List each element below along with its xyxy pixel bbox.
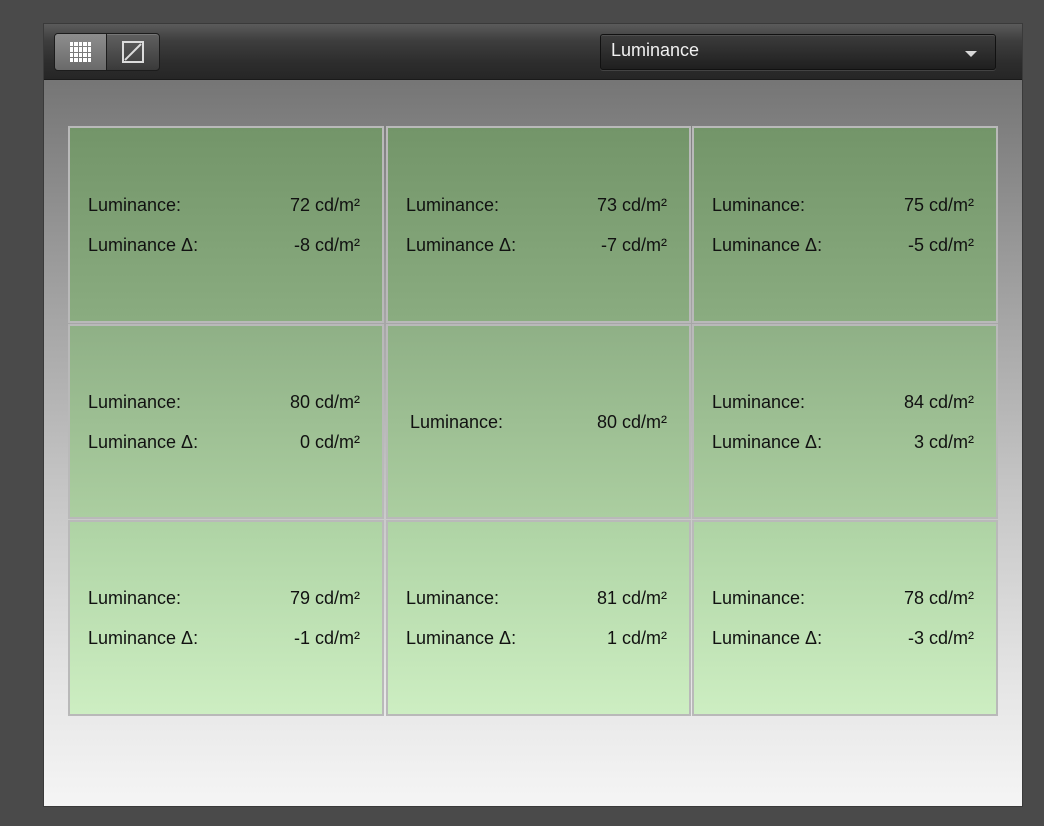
grid-cell: Luminance: 78 cd/m² Luminance Δ: -3 cd/m²: [692, 520, 998, 716]
luminance-value: 84 cd/m²: [903, 391, 974, 412]
luminance-delta-value: -5 cd/m²: [907, 234, 974, 255]
luminance-row: Luminance: 80 cd/m²: [388, 412, 689, 434]
luminance-delta-value: -1 cd/m²: [293, 628, 360, 648]
view-mode-segmented-control: [54, 33, 160, 71]
dropdown-selected-value: Luminance: [611, 40, 700, 60]
luminance-value: 80 cd/m²: [289, 391, 360, 412]
luminance-delta-label: Luminance Δ:: [406, 628, 517, 648]
luminance-delta-label: Luminance Δ:: [88, 234, 199, 255]
measurement-type-dropdown[interactable]: Luminance: [600, 34, 996, 70]
curve-icon: [121, 41, 144, 63]
luminance-delta-label: Luminance Δ:: [712, 234, 823, 255]
chevron-down-icon: [965, 51, 977, 57]
luminance-row: Luminance: 73 cd/m²: [388, 195, 689, 217]
luminance-row: Luminance: 80 cd/m²: [70, 392, 382, 414]
luminance-row: Luminance: 72 cd/m²: [70, 195, 382, 217]
luminance-delta-label: Luminance Δ:: [88, 431, 199, 452]
grid-cell: Luminance: 80 cd/m² Luminance Δ: 0 cd/m²: [68, 324, 384, 519]
luminance-label: Luminance:: [712, 588, 806, 608]
luminance-delta-row: Luminance Δ: 1 cd/m²: [388, 628, 689, 650]
luminance-value: 78 cd/m²: [903, 588, 974, 608]
luminance-row: Luminance: 78 cd/m²: [694, 588, 996, 610]
grid-cell: Luminance: 84 cd/m² Luminance Δ: 3 cd/m²: [692, 324, 998, 519]
luminance-label: Luminance:: [88, 391, 182, 412]
luminance-value: 79 cd/m²: [289, 588, 360, 608]
luminance-delta-row: Luminance Δ: -5 cd/m²: [694, 235, 996, 257]
grid-cell: Luminance: 75 cd/m² Luminance Δ: -5 cd/m²: [692, 126, 998, 323]
luminance-label: Luminance:: [410, 411, 504, 432]
luminance-label: Luminance:: [406, 194, 500, 215]
uniformity-grid: Luminance: 72 cd/m² Luminance Δ: -8 cd/m² Lu…: [68, 126, 998, 716]
luminance-label: Luminance:: [88, 194, 182, 215]
luminance-delta-row: Luminance Δ: 3 cd/m²: [694, 432, 996, 454]
grid-cell: Luminance: 79 cd/m² Luminance Δ: -1 cd/m²: [68, 520, 384, 716]
luminance-row: Luminance: 75 cd/m²: [694, 195, 996, 217]
luminance-delta-row: Luminance Δ: -8 cd/m²: [70, 235, 382, 257]
luminance-row: Luminance: 84 cd/m²: [694, 392, 996, 414]
toolbar: Luminance: [44, 24, 1022, 80]
grid-icon: [69, 42, 92, 62]
luminance-value: 73 cd/m²: [596, 194, 667, 215]
luminance-delta-label: Luminance Δ:: [712, 431, 823, 452]
luminance-value: 80 cd/m²: [596, 411, 667, 432]
luminance-delta-row: Luminance Δ: -3 cd/m²: [694, 628, 996, 650]
curve-icon-line: [123, 43, 142, 61]
luminance-label: Luminance:: [88, 588, 182, 608]
grid-cell: Luminance: 72 cd/m² Luminance Δ: -8 cd/m²: [68, 126, 384, 323]
luminance-delta-label: Luminance Δ:: [406, 234, 517, 255]
grid-cell: Luminance: 81 cd/m² Luminance Δ: 1 cd/m²: [386, 520, 691, 716]
luminance-delta-row: Luminance Δ: -7 cd/m²: [388, 235, 689, 257]
luminance-delta-value: -3 cd/m²: [907, 628, 974, 648]
luminance-delta-label: Luminance Δ:: [712, 628, 823, 648]
luminance-delta-label: Luminance Δ:: [88, 628, 199, 648]
luminance-delta-value: 0 cd/m²: [299, 431, 360, 452]
luminance-delta-value: 1 cd/m²: [606, 628, 667, 648]
uniformity-window: Luminance Luminance: 72 cd/m² Luminance Δ:…: [44, 24, 1022, 806]
luminance-delta-row: Luminance Δ: -1 cd/m²: [70, 628, 382, 650]
luminance-label: Luminance:: [712, 194, 806, 215]
luminance-value: 81 cd/m²: [596, 588, 667, 608]
luminance-label: Luminance:: [712, 391, 806, 412]
luminance-delta-row: Luminance Δ: 0 cd/m²: [70, 432, 382, 454]
luminance-value: 72 cd/m²: [289, 194, 360, 215]
luminance-value: 75 cd/m²: [903, 194, 974, 215]
luminance-row: Luminance: 79 cd/m²: [70, 588, 382, 610]
curve-view-button[interactable]: [107, 34, 158, 70]
grid-cell: Luminance: 73 cd/m² Luminance Δ: -7 cd/m²: [386, 126, 691, 323]
luminance-row: Luminance: 81 cd/m²: [388, 588, 689, 610]
luminance-delta-value: -7 cd/m²: [600, 234, 667, 255]
grid-view-button[interactable]: [55, 34, 107, 70]
grid-cell: Luminance: 80 cd/m²: [386, 324, 691, 519]
luminance-label: Luminance:: [406, 588, 500, 608]
luminance-delta-value: 3 cd/m²: [913, 431, 974, 452]
luminance-delta-value: -8 cd/m²: [293, 234, 360, 255]
